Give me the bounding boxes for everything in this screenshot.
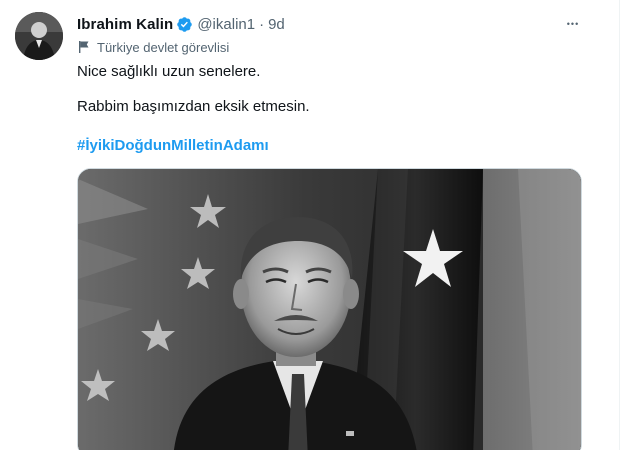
verified-badge-icon <box>176 16 193 33</box>
flag-icon <box>77 40 91 54</box>
separator-dot: · <box>259 15 265 33</box>
more-options-icon[interactable]: ••• <box>562 14 584 34</box>
author-name[interactable]: Ibrahim Kalin <box>77 16 173 33</box>
account-label-text: Türkiye devlet görevlisi <box>97 39 230 55</box>
tweet-photo[interactable] <box>77 168 582 450</box>
account-label: Türkiye devlet görevlisi <box>77 38 229 56</box>
tweet-text-line: Nice sağlıklı uzun senelere. <box>77 63 261 80</box>
author-handle[interactable]: @ikalin1 <box>197 16 255 33</box>
tweet-timestamp[interactable]: 9d <box>268 16 285 33</box>
avatar[interactable] <box>15 12 63 60</box>
more-options-glyph: ••• <box>566 18 580 29</box>
hashtag-link[interactable]: #İyikiDoğdunMilletinAdamı <box>77 136 269 156</box>
tweet-text-line: Rabbim başımızdan eksik etmesin. <box>77 98 310 115</box>
tweet-header: Ibrahim Kalin @ikalin1 · 9d <box>77 14 285 34</box>
tweet[interactable]: Ibrahim Kalin @ikalin1 · 9d ••• Türkiye … <box>0 0 620 450</box>
